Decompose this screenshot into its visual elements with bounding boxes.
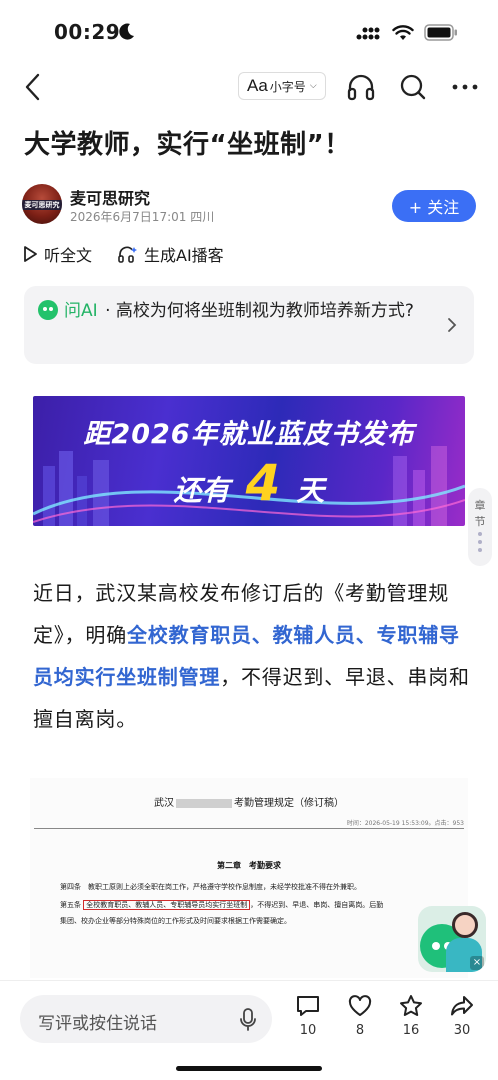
doc-art5-prefix: 第五条 xyxy=(60,901,81,909)
chapter-dot xyxy=(478,548,482,552)
close-icon[interactable]: × xyxy=(470,956,484,970)
audio-row: 听全文 生成AI播客 xyxy=(22,242,250,266)
like-count: 8 xyxy=(355,1023,365,1038)
chevron-down-icon: ⌵ xyxy=(309,81,317,91)
status-bar: 00:29 xyxy=(0,0,498,62)
chapter-tab[interactable]: 章 节 xyxy=(468,488,492,566)
share-button[interactable]: 30 xyxy=(442,993,482,1038)
cellular-signal-icon xyxy=(356,27,380,39)
ai-assistant-widget[interactable]: × xyxy=(418,906,486,972)
comment-button[interactable]: 10 xyxy=(288,993,328,1038)
doc-chapter: 第二章 考勤要求 xyxy=(217,860,281,870)
font-aa-label: Aa xyxy=(247,76,268,95)
moon-icon xyxy=(119,23,134,40)
ai-headphones-icon xyxy=(118,246,138,263)
home-indicator xyxy=(176,1066,322,1071)
battery-icon xyxy=(424,24,457,41)
promo-banner[interactable]: 距2026年就业蓝皮书发布 还有 4 天 xyxy=(33,396,465,526)
chevron-right-icon xyxy=(448,318,457,332)
banner-suffix: 天 xyxy=(296,474,325,507)
favorite-count: 16 xyxy=(402,1023,420,1038)
doc-title-prefix: 武汉 xyxy=(154,798,174,809)
doc-divider xyxy=(34,828,464,829)
ask-ai-card[interactable]: 问AI · 高校为何将坐班制视为教师培养新方式? xyxy=(24,286,474,364)
font-size-label: 小字号 xyxy=(269,79,306,94)
heart-icon xyxy=(348,995,372,1016)
podcast-label: 生成AI播客 xyxy=(144,246,224,265)
avatar[interactable]: 麦可思研究 xyxy=(22,184,62,224)
wifi-icon xyxy=(392,24,414,40)
status-time: 00:29 xyxy=(54,20,121,44)
play-icon xyxy=(24,246,37,262)
nav-bar: Aa 小字号 ⌵ xyxy=(0,62,498,112)
redacted-block xyxy=(176,799,232,808)
banner-number: 4 xyxy=(245,454,281,512)
status-icons xyxy=(356,24,458,41)
ask-ai-brand: 问AI xyxy=(64,301,98,321)
star-icon xyxy=(400,995,422,1016)
comment-icon xyxy=(297,996,319,1016)
share-count: 30 xyxy=(453,1023,471,1038)
doc-title: 武汉 考勤管理规定（修订稿） xyxy=(30,794,468,809)
favorite-button[interactable]: 16 xyxy=(391,993,431,1038)
document-image[interactable]: 武汉 考勤管理规定（修订稿） 时间：2026-05-19 15:53:09。点击：… xyxy=(30,778,468,978)
comment-input[interactable]: 写评或按住说话 xyxy=(20,995,272,1043)
doc-art5-boxed: 全校教育职员、教辅人员、专职辅导员均实行坐班制 xyxy=(83,900,251,910)
like-button[interactable]: 8 xyxy=(340,993,380,1038)
article-paragraph: 近日，武汉某高校发布修订后的《考勤管理规定》，明确全校教育职员、教辅人员、专职辅… xyxy=(33,572,473,740)
listen-button[interactable]: 听全文 xyxy=(22,242,92,266)
listen-label: 听全文 xyxy=(44,246,93,265)
doc-article-4: 第四条 教职工原则上必须全职在岗工作，严格遵守学校作息制度，未经学校批准不得在外… xyxy=(60,883,361,891)
headphones-icon[interactable] xyxy=(346,72,376,102)
comment-placeholder: 写评或按住说话 xyxy=(38,1014,157,1034)
banner-prefix: 还有 xyxy=(173,474,230,507)
banner-title: 距2026年就业蓝皮书发布 xyxy=(83,419,415,450)
doc-title-suffix: 考勤管理规定（修订稿） xyxy=(234,798,344,809)
more-icon[interactable] xyxy=(450,72,480,102)
doc-article-5: 第五条 全校教育职员、教辅人员、专职辅导员均实行坐班制 ，不得迟到、早退、串岗、擅… xyxy=(60,900,383,910)
assistant-avatar-face xyxy=(452,912,478,938)
author-row: 麦可思研究 麦可思研究 2026年6月7日17:01 四川 + 关注 xyxy=(22,184,476,228)
banner-countdown: 还有 4 天 xyxy=(33,454,465,512)
comment-count: 10 xyxy=(299,1023,317,1038)
ask-ai-question: 高校为何将坐班制视为教师培养新方式? xyxy=(115,301,414,321)
publish-meta: 2026年6月7日17:01 四川 xyxy=(70,210,215,224)
author-name[interactable]: 麦可思研究 xyxy=(70,185,150,209)
ai-logo-icon xyxy=(38,300,58,320)
bottom-bar: 写评或按住说话 10 8 16 30 xyxy=(0,980,498,1080)
chapter-dot xyxy=(478,532,482,536)
chapter-tab-label-2: 节 xyxy=(474,515,486,528)
chapter-dot xyxy=(478,540,482,544)
podcast-button[interactable]: 生成AI播客 xyxy=(118,242,224,266)
back-icon[interactable] xyxy=(20,70,50,104)
doc-article-5-line2: 集团、校办企业等部分特殊岗位的工作形式及时间要求根据工作需要确定。 xyxy=(60,917,291,925)
microphone-icon[interactable] xyxy=(238,1007,258,1033)
avatar-text: 麦可思研究 xyxy=(22,200,62,210)
font-size-button[interactable]: Aa 小字号 ⌵ xyxy=(238,72,326,100)
ask-ai-text: 问AI · 高校为何将坐班制视为教师培养新方式? xyxy=(64,298,434,325)
chapter-tab-label-1: 章 xyxy=(474,499,486,512)
doc-time: 时间：2026-05-19 15:53:09。点击：953 xyxy=(346,820,464,827)
ask-ai-separator: · xyxy=(105,301,111,321)
share-icon xyxy=(451,996,473,1016)
doc-art5-suffix: ，不得迟到、早退、串岗、擅自离岗。后勤 xyxy=(250,901,384,909)
article-title: 大学教师，实行“坐班制”！ xyxy=(24,130,351,160)
follow-button[interactable]: + 关注 xyxy=(392,190,476,222)
search-icon[interactable] xyxy=(398,72,428,102)
